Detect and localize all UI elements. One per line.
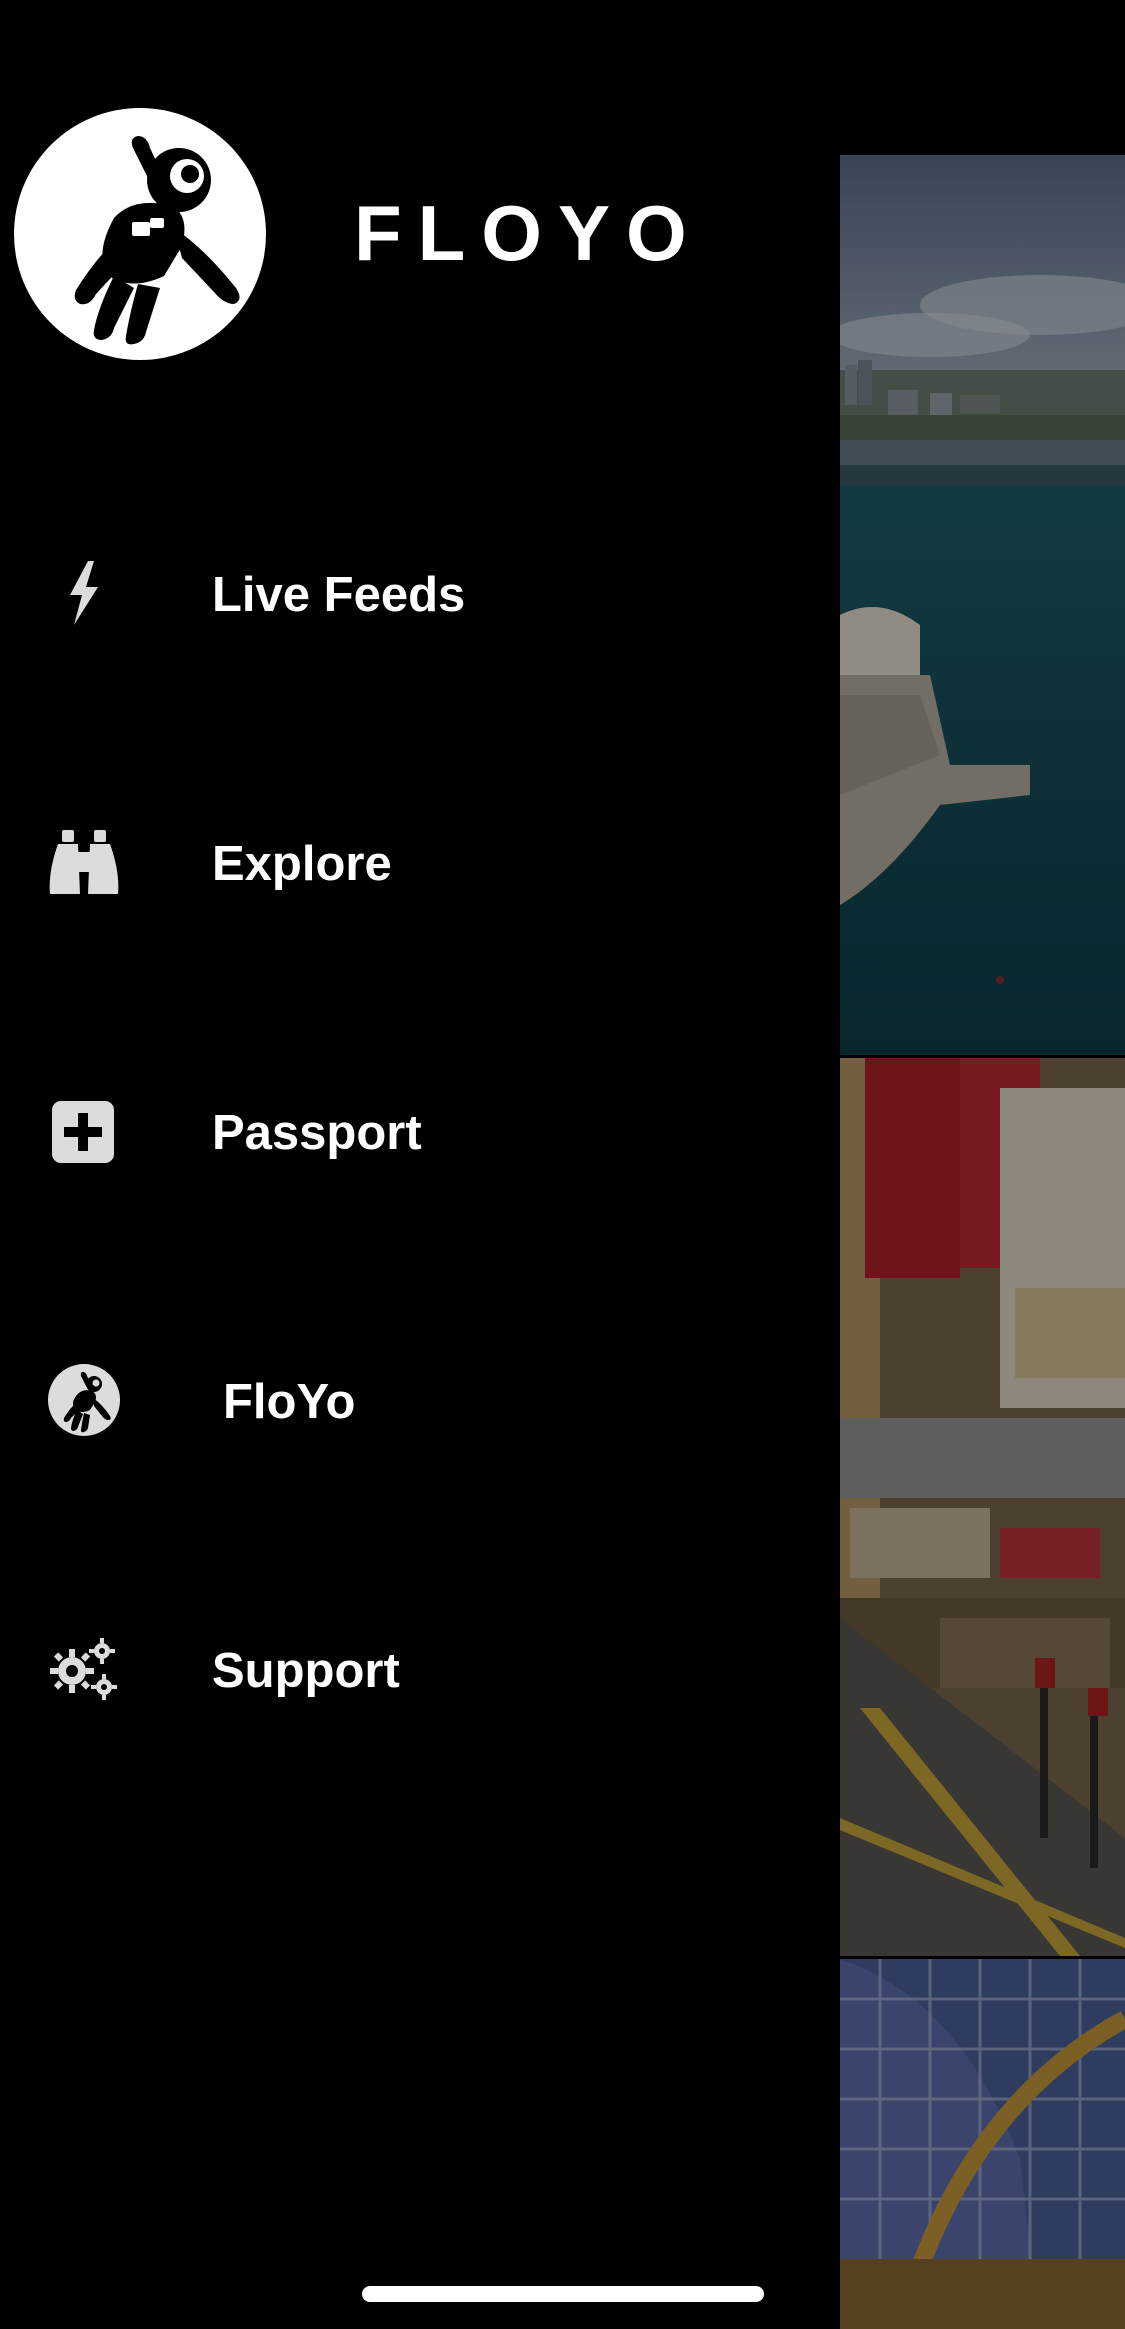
menu-item-live-feeds[interactable]: Live Feeds: [0, 517, 840, 667]
live-feed-list[interactable]: [840, 155, 1125, 2329]
feed-card-dome[interactable]: [840, 1959, 1125, 2329]
menu-item-passport[interactable]: Passport: [0, 1055, 840, 1205]
menu-item-label: Passport: [212, 1106, 422, 1160]
menu-item-floyo[interactable]: FloYo: [0, 1324, 840, 1474]
gears-icon: [44, 1629, 124, 1709]
menu-item-label: Explore: [212, 837, 392, 891]
menu-item-label: FloYo: [223, 1375, 356, 1429]
menu-item-explore[interactable]: Explore: [0, 786, 840, 936]
lightning-icon: [44, 553, 124, 633]
binoculars-icon: [44, 822, 124, 902]
astronaut-logo-icon[interactable]: [14, 108, 266, 360]
menu-item-label: Live Feeds: [212, 568, 466, 622]
side-drawer: FLOYO Live Feeds Explore Passport FloYo …: [0, 0, 840, 2329]
app-title: FLOYO: [354, 189, 703, 277]
astronaut-icon: [44, 1360, 124, 1440]
feed-card-harbour[interactable]: [840, 155, 1125, 1055]
plus-square-icon: [44, 1091, 124, 1171]
home-indicator[interactable]: [362, 2286, 764, 2302]
menu-item-label: Support: [212, 1644, 400, 1698]
feed-card-city-street[interactable]: [840, 1058, 1125, 1956]
menu-item-support[interactable]: Support: [0, 1593, 840, 1743]
